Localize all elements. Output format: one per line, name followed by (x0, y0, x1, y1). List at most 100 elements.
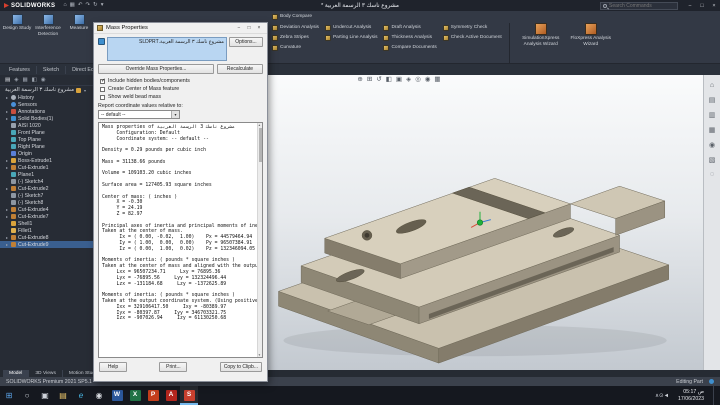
ribbon-button-undercut-analysis[interactable]: Undercut Analysis (325, 23, 378, 32)
panel-tab-featuremanager[interactable]: ▤ (5, 77, 10, 83)
report-coordinates-dropdown[interactable]: -- default -- (98, 110, 180, 119)
quick-access-home[interactable]: ⌂ (63, 3, 66, 9)
checkbox[interactable] (100, 87, 105, 92)
tree-item-cut[interactable]: ▸ Cut-Extrude4 (0, 206, 95, 213)
tree-item-bodies[interactable]: ▸ Solid Bodies(1) (0, 115, 95, 122)
expand-arrow-icon[interactable]: ▸ (5, 95, 9, 100)
ribbon-button-compare-documents[interactable]: Compare Documents (383, 43, 436, 52)
tree-item-sketch[interactable]: (-) Sketch7 (0, 192, 95, 199)
tree-item-boss[interactable]: ▸ Boss-Extrude1 (0, 157, 95, 164)
quick-access-rebuild[interactable]: ↻ (93, 3, 98, 9)
tree-item-sketch[interactable]: (-) Sketch8 (0, 199, 95, 206)
tree-item-plane[interactable]: Top Plane (0, 136, 95, 143)
tree-item-material[interactable]: AISI 1020 (0, 122, 95, 129)
tree-item-cut[interactable]: ▸ Cut-Extrude1 (0, 164, 95, 171)
expand-arrow-icon[interactable]: ▾ (83, 88, 87, 93)
taskbar-item-powerpoint[interactable]: P (144, 386, 162, 405)
panel-tab-displaymanager[interactable]: ◉ (41, 77, 46, 83)
ribbon-button-symmetry-check[interactable]: Symmetry Check (443, 23, 502, 32)
task-pane-appearances[interactable]: ◉ (709, 141, 715, 149)
show-desktop-button[interactable] (713, 386, 716, 405)
doc-tab-model[interactable]: Model (3, 370, 29, 377)
help-button[interactable]: Help (99, 362, 127, 372)
selected-document-box[interactable]: مشروع ناسك ٣ الرسمة الغربية.SLDPRT (107, 37, 227, 61)
dialog-title-bar[interactable]: Mass Properties −□× (94, 23, 267, 34)
taskbar-item-file-explorer[interactable]: ▤ (54, 386, 72, 405)
options-button[interactable]: Options... (229, 37, 263, 47)
tree-item-history[interactable]: ▸ History (0, 94, 95, 101)
checkbox-include-hidden-bodies-components[interactable]: Include hidden bodies/components (98, 77, 263, 85)
expand-arrow-icon[interactable]: ▸ (5, 242, 9, 247)
tree-item-cut[interactable]: ▸ Cut-Extrude7 (0, 213, 95, 220)
quick-access-redo[interactable]: ↷ (85, 3, 90, 9)
tab-features[interactable]: Features (3, 66, 37, 74)
tree-item-cut[interactable]: ▸ Cut-Extrude2 (0, 185, 95, 192)
ribbon-button-curvature[interactable]: Curvature (272, 43, 319, 52)
copy-to-clipboard-button[interactable]: Copy to Clipb... (220, 362, 262, 372)
tree-item-annotations[interactable]: ▸ Annotations (0, 108, 95, 115)
dialog-close[interactable]: × (254, 24, 264, 33)
print-button[interactable]: Print... (159, 362, 187, 372)
ribbon-button-draft-analysis[interactable]: Draft Analysis (383, 23, 436, 32)
ribbon-button-floxpress[interactable]: FloXpress Analysis Wizard (567, 23, 615, 47)
tree-item-plane[interactable]: Front Plane (0, 129, 95, 136)
quick-access-options[interactable]: ▾ (101, 3, 104, 9)
ribbon-button-zebra-stripes[interactable]: Zebra Stripes (272, 33, 319, 42)
panel-tab-dimxpertmanager[interactable]: ◧ (32, 77, 37, 83)
expand-arrow-icon[interactable]: ▸ (5, 109, 9, 114)
ribbon-button-thickness-analysis[interactable]: Thickness Analysis (383, 33, 436, 42)
doc-tab-3d-views[interactable]: 3D Views (29, 370, 63, 377)
tree-item-sketch[interactable]: (-) Sketch4 (0, 178, 95, 185)
3d-model[interactable] (265, 83, 695, 368)
taskbar-item-search[interactable]: ○ (18, 386, 36, 405)
expand-arrow-icon[interactable]: ▸ (5, 207, 9, 212)
taskbar-item-chrome[interactable]: ◉ (90, 386, 108, 405)
taskbar-item-word[interactable]: W (108, 386, 126, 405)
task-pane-file-explorer[interactable]: ▥ (709, 111, 716, 119)
tree-item-shell[interactable]: Shell1 (0, 220, 95, 227)
search-input[interactable] (609, 3, 669, 9)
window-maximize[interactable]: □ (696, 0, 708, 11)
taskbar-item-acrobat[interactable]: A (162, 386, 180, 405)
expand-arrow-icon[interactable]: ▸ (5, 116, 9, 121)
window-close[interactable]: × (708, 0, 720, 11)
taskbar-item-task-view[interactable]: ▣ (36, 386, 54, 405)
tree-root-part[interactable]: ▾ مشروع ناسك ٣ الرسمة الغربية (0, 86, 95, 94)
status-tag-icon[interactable] (709, 379, 714, 384)
ribbon-button-design-study[interactable]: Design Study (2, 14, 32, 37)
expand-arrow-icon[interactable]: ▸ (5, 214, 9, 219)
ribbon-button-body-compare[interactable]: Body Compare (272, 12, 312, 21)
scrollbar-thumb[interactable] (259, 128, 262, 162)
ribbon-button-deviation-analysis[interactable]: Deviation Analysis (272, 23, 319, 32)
tab-sketch[interactable]: Sketch (37, 66, 66, 74)
results-scrollbar[interactable] (257, 123, 262, 357)
ribbon-button-simulationxpress[interactable]: SimulationXpress Analysis Wizard (517, 23, 565, 47)
dialog-minimize[interactable]: − (234, 24, 244, 33)
task-pane-design-library[interactable]: ▤ (709, 96, 716, 104)
tray-volume[interactable]: ◄ (664, 393, 669, 399)
results-box[interactable]: Mass properties of مشروع ناسك 3 الرسمة ا… (98, 122, 263, 358)
tree-item-plane[interactable]: Plane1 (0, 171, 95, 178)
recalculate-button[interactable]: Recalculate (217, 64, 263, 74)
window-minimize[interactable]: − (684, 0, 696, 11)
checkbox-create-center-of-mass-feature[interactable]: Create Center of Mass feature (98, 85, 263, 93)
task-pane-view-palette[interactable]: ▦ (709, 126, 716, 134)
quick-access-save[interactable]: ▦ (70, 3, 75, 9)
tree-item-fillet[interactable]: Fillet1 (0, 227, 95, 234)
expand-arrow-icon[interactable]: ▸ (5, 235, 9, 240)
taskbar-item-start[interactable]: ⊞ (0, 386, 18, 405)
ribbon-button-interference-detection[interactable]: Interference Detection (33, 14, 63, 37)
taskbar-item-excel[interactable]: X (126, 386, 144, 405)
checkbox-show-weld-bead-mass[interactable]: Show weld bead mass (98, 93, 263, 101)
tree-item-cut[interactable]: ▸ Cut-Extrude8 (0, 234, 95, 241)
ribbon-button-measure[interactable]: Measure (64, 14, 94, 37)
solidworks-logo[interactable]: SOLIDWORKS (0, 3, 59, 9)
dialog-maximize[interactable]: □ (244, 24, 254, 33)
taskbar-item-solidworks[interactable]: S (180, 386, 198, 405)
task-pane-custom-properties[interactable]: ▧ (709, 156, 716, 164)
panel-tab-propertymanager[interactable]: ◈ (14, 77, 18, 83)
tree-item-plane[interactable]: Right Plane (0, 143, 95, 150)
command-search[interactable] (600, 2, 678, 10)
tree-item-origin[interactable]: Origin (0, 150, 95, 157)
expand-arrow-icon[interactable]: ▸ (5, 186, 9, 191)
